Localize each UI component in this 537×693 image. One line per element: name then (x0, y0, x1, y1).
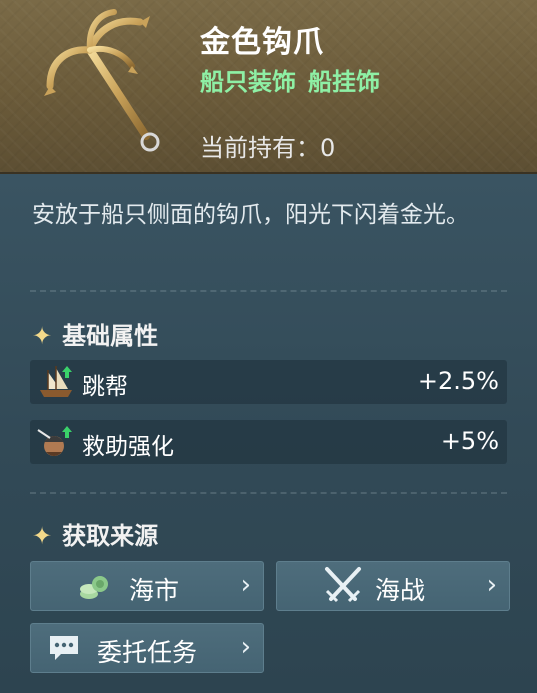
chevron-right-icon: › (486, 570, 497, 600)
source-button-label: 委托任务 (97, 638, 198, 667)
divider (30, 492, 507, 494)
crossed-swords-icon (325, 567, 361, 603)
sparkle-icon: ✦ (32, 322, 53, 350)
source-button-label: 海战 (375, 576, 426, 605)
chevron-right-icon: › (240, 570, 251, 600)
attribute-label: 跳帮 (82, 374, 128, 400)
attribute-row: 跳帮 +2.5% (30, 360, 507, 404)
owned-value: 0 (320, 134, 336, 162)
source-button-label: 海市 (129, 576, 180, 605)
attribute-row: 救助强化 +5% (30, 420, 507, 464)
source-button-commission[interactable]: 委托任务 › (30, 623, 264, 673)
divider (30, 290, 507, 292)
source-button-naval-battle[interactable]: 海战 › (276, 561, 510, 611)
item-title: 金色钩爪 (200, 25, 324, 60)
golden-grappling-hook-icon (44, 9, 160, 152)
owned-count: 当前持有：0 (200, 128, 335, 163)
item-tag: 船只装饰 (200, 68, 296, 96)
sparkle-icon: ✦ (32, 522, 53, 550)
item-tags: 船只装饰 船挂饰 (200, 62, 392, 97)
attribute-value: +2.5% (417, 367, 499, 395)
attribute-value: +5% (440, 427, 499, 455)
sources-heading: ✦ 获取来源 (32, 516, 158, 551)
coins-icon (80, 576, 108, 599)
chat-bubble-icon (50, 636, 78, 660)
item-detail-card: 金色钩爪 船只装饰 船挂饰 当前持有：0 安放于船只侧面的钩爪，阳光下闪着金光。 … (0, 0, 537, 693)
base-attributes-title: 基础属性 (62, 322, 159, 350)
item-tag: 船挂饰 (308, 68, 380, 96)
rescue-sailor-icon (37, 426, 72, 456)
item-description: 安放于船只侧面的钩爪，阳光下闪着金光。 (32, 202, 469, 228)
sources-title: 获取来源 (62, 522, 159, 550)
owned-label: 当前持有： (200, 134, 320, 162)
chevron-right-icon: › (240, 632, 251, 662)
base-attributes-heading: ✦ 基础属性 (32, 316, 158, 351)
source-button-market[interactable]: 海市 › (30, 561, 264, 611)
attribute-label: 救助强化 (82, 434, 174, 460)
boarding-ship-icon (40, 366, 72, 397)
